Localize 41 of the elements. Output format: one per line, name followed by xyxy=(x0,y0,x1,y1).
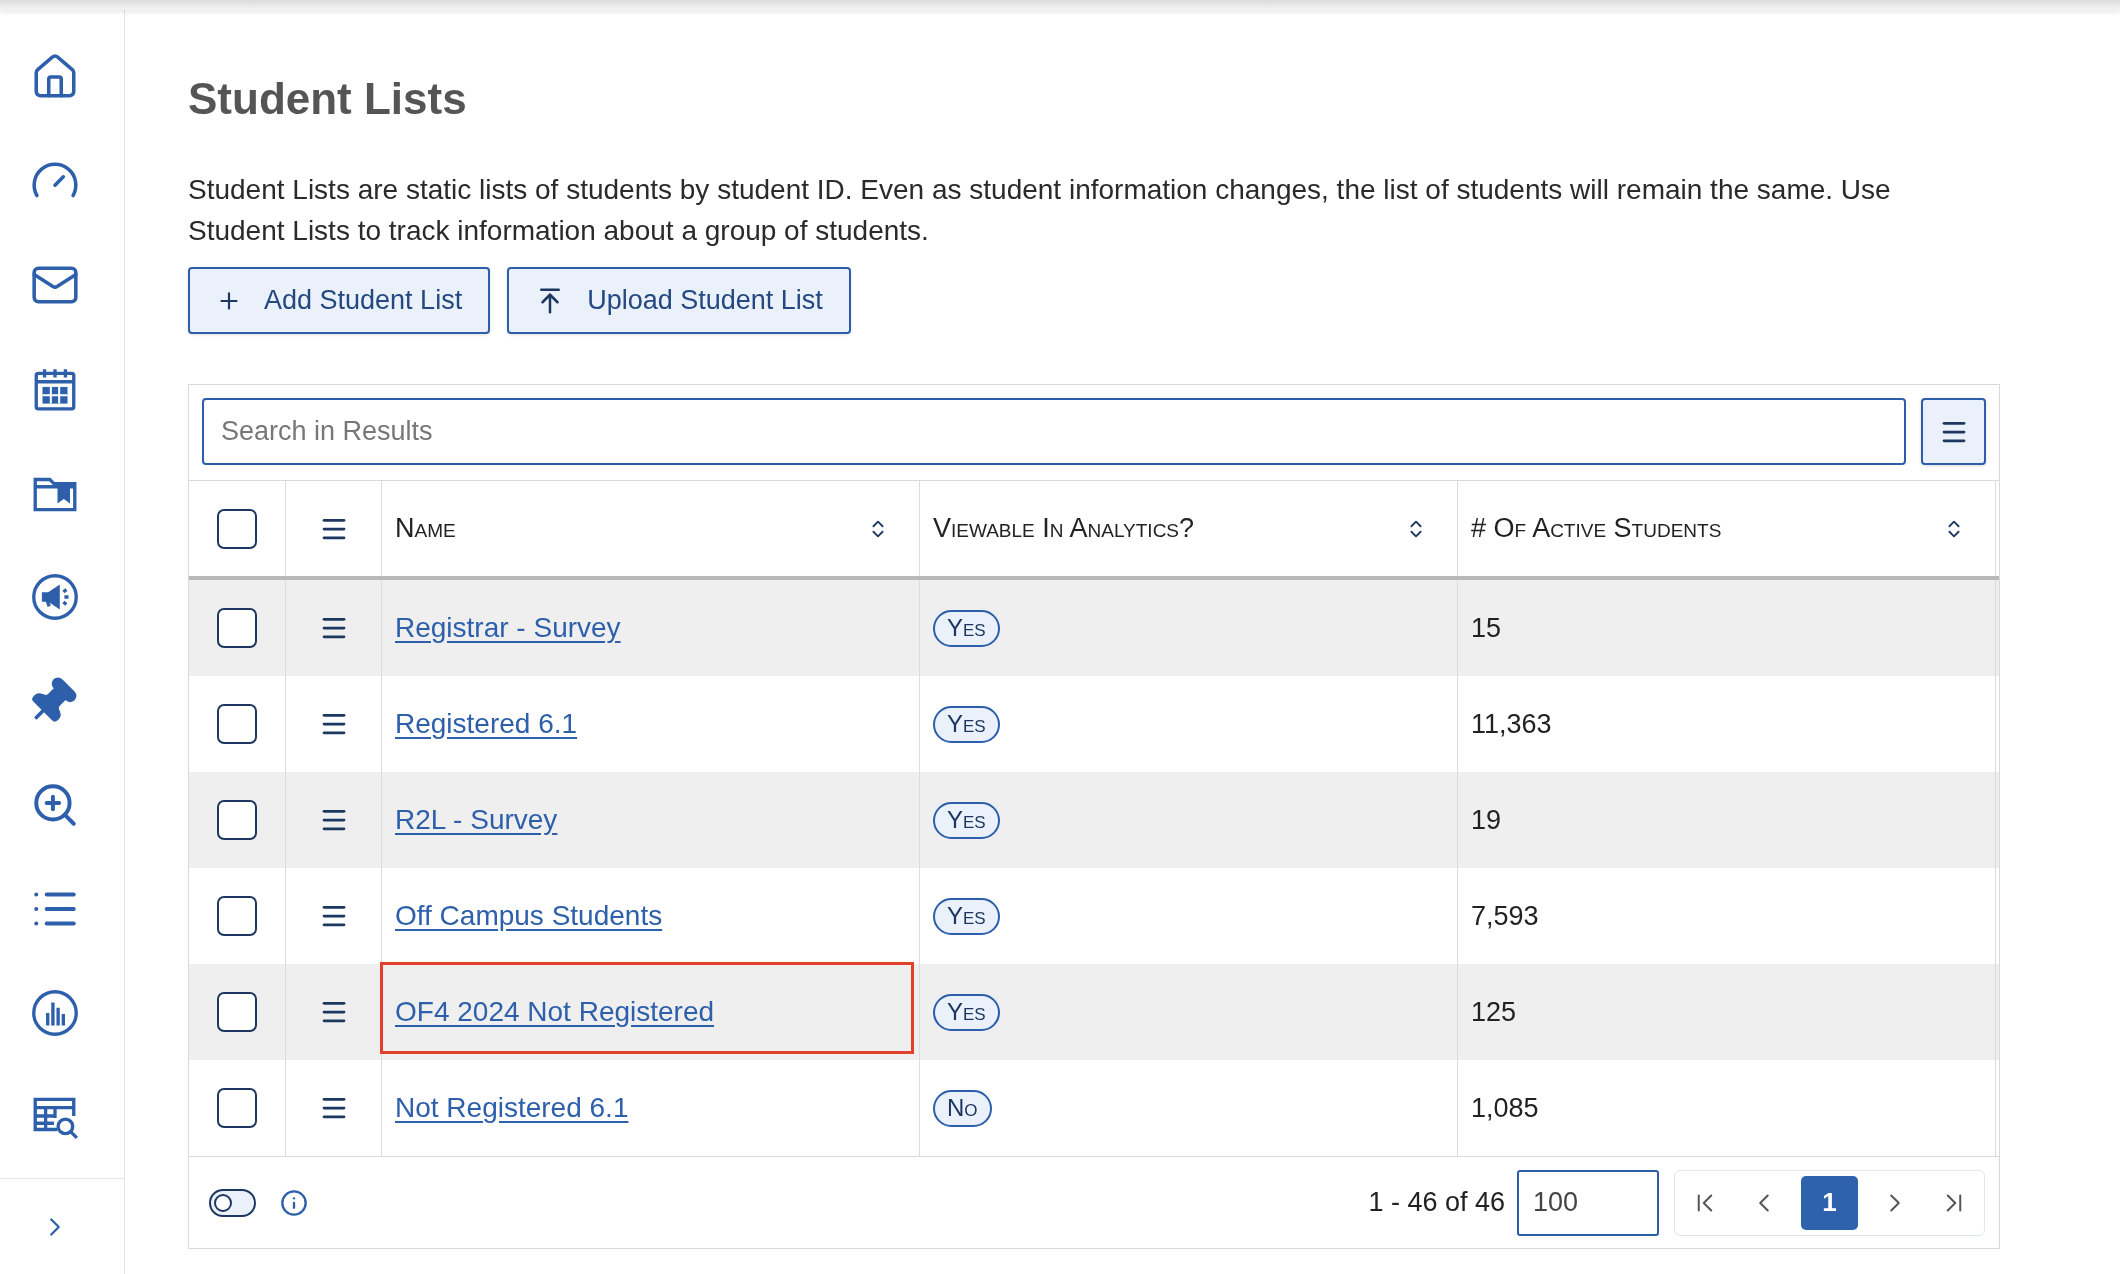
list-name-link[interactable]: Not Registered 6.1 xyxy=(395,1087,629,1129)
column-header[interactable]: # Of Active Students xyxy=(1471,508,1722,549)
megaphone-icon[interactable] xyxy=(30,572,80,622)
list-name-link[interactable]: Registered 6.1 xyxy=(395,703,578,745)
analytics-badge: No xyxy=(933,1089,992,1127)
search-field[interactable]: Search in Results xyxy=(202,398,1906,465)
student-count: 19 xyxy=(1471,803,1502,837)
list-name-link[interactable]: Registrar - Survey xyxy=(395,607,621,649)
checkbox[interactable] xyxy=(217,608,257,648)
page-title: Student Lists xyxy=(188,73,467,125)
analytics-badge: Yes xyxy=(933,705,1000,743)
checkbox[interactable] xyxy=(217,704,257,744)
student-count: 11,363 xyxy=(1471,707,1552,741)
page-size-field[interactable]: 100 xyxy=(1517,1169,1659,1236)
checkbox[interactable] xyxy=(217,896,257,936)
column-header[interactable]: Viewable In Analytics? xyxy=(933,508,1195,549)
checkbox[interactable] xyxy=(217,800,257,840)
student-count: 15 xyxy=(1471,611,1502,645)
column-header[interactable]: Name xyxy=(395,508,456,549)
analytics-badge: Yes xyxy=(933,801,1000,839)
page-number-button[interactable]: 1 xyxy=(1801,1175,1858,1230)
analytics-badge: Yes xyxy=(933,897,1000,935)
upload-student-list-button[interactable]: Upload Student List xyxy=(507,267,851,334)
analytics-badge: Yes xyxy=(933,993,1000,1031)
student-count: 7,593 xyxy=(1471,899,1539,933)
checkbox[interactable] xyxy=(217,992,257,1032)
student-count: 125 xyxy=(1471,995,1517,1029)
list-name-link[interactable]: Off Campus Students xyxy=(395,895,663,937)
student-count: 1,085 xyxy=(1471,1091,1539,1125)
list-name-link[interactable]: R2L - Survey xyxy=(395,799,558,841)
page-description: Student Lists are static lists of students by student ID. Even as student information changes, the list of students will remain the same. Use Student Lists to track information about a group of students. xyxy=(188,173,1892,248)
analytics-badge: Yes xyxy=(933,609,1000,647)
add-student-list-button[interactable]: Add Student List xyxy=(188,267,491,334)
list-name-link[interactable]: OF4 2024 Not Registered xyxy=(395,991,715,1033)
menu-button[interactable] xyxy=(1921,398,1986,465)
range-label: 1 - 46 of 46 xyxy=(1368,1186,1505,1220)
info-icon[interactable] xyxy=(280,1188,308,1217)
bar-chart-icon[interactable] xyxy=(30,988,80,1038)
checkbox[interactable] xyxy=(217,1088,257,1128)
checkbox[interactable] xyxy=(217,508,257,549)
toggle-switch[interactable] xyxy=(209,1188,256,1217)
